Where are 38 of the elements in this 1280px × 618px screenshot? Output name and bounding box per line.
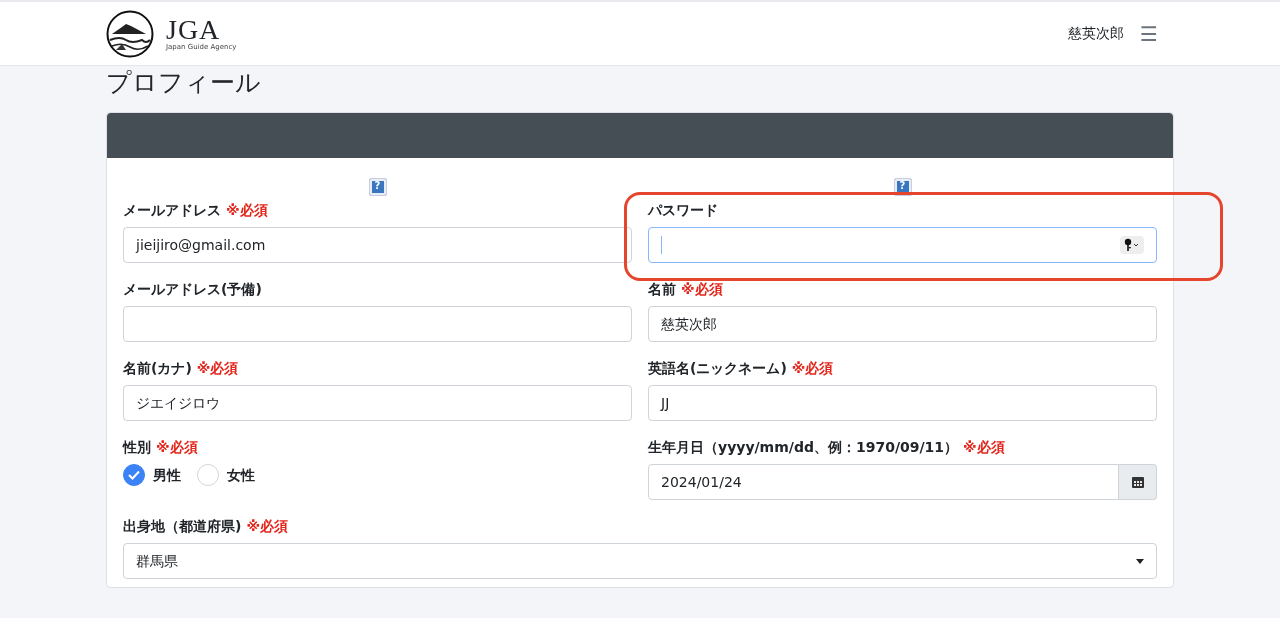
field-label: メールアドレス [123, 201, 221, 220]
help-icon[interactable]: ? [368, 178, 387, 196]
menu-icon[interactable]: ☰ [1140, 18, 1158, 49]
field-label: 名前 [648, 280, 676, 299]
required-mark: ※必須 [791, 360, 834, 376]
radio-label: 男性 [153, 465, 181, 485]
field-label: メールアドレス(予備) [123, 280, 262, 299]
field-label: 英語名(ニックネーム) [648, 359, 787, 378]
user-name[interactable]: 慈英次郎 [1068, 23, 1125, 44]
required-mark: ※必須 [681, 281, 723, 297]
date-field[interactable]: 2024/01/24 [648, 464, 1119, 500]
text-field[interactable]: JJ [648, 385, 1157, 421]
key-icon[interactable] [1120, 236, 1144, 254]
select-field[interactable]: 群馬県 [123, 543, 1157, 579]
field-label: パスワード [648, 201, 718, 220]
calendar-icon[interactable] [1119, 464, 1157, 500]
logo-mountain-drawing [106, 9, 154, 58]
check-icon [128, 470, 140, 480]
radio-button[interactable] [123, 464, 145, 486]
page-title: プロフィール [106, 68, 262, 98]
required-mark: ※必須 [963, 439, 1005, 455]
required-mark: ※必須 [196, 360, 239, 376]
logo-title: JGA [166, 16, 221, 44]
text-field[interactable]: jieijiro@gmail.com [123, 227, 632, 263]
text-cursor [661, 236, 662, 254]
field-label: 名前(カナ) [123, 359, 192, 378]
radio-label: 女性 [227, 465, 255, 485]
password-field[interactable] [648, 227, 1157, 263]
required-mark: ※必須 [156, 439, 198, 455]
caret-icon [1136, 558, 1144, 564]
text-field[interactable]: 慈英次郎 [648, 306, 1157, 342]
required-mark: ※必須 [226, 202, 268, 218]
field-label: 性別 [123, 438, 151, 457]
required-mark: ※必須 [246, 518, 289, 534]
field-label: 出身地（都道府県) [123, 517, 242, 536]
text-field[interactable] [123, 306, 632, 342]
text-field[interactable]: ジエイジロウ [123, 385, 632, 421]
field-label: 生年月日（yyyy/mm/dd、例：1970/09/11） [648, 438, 959, 457]
